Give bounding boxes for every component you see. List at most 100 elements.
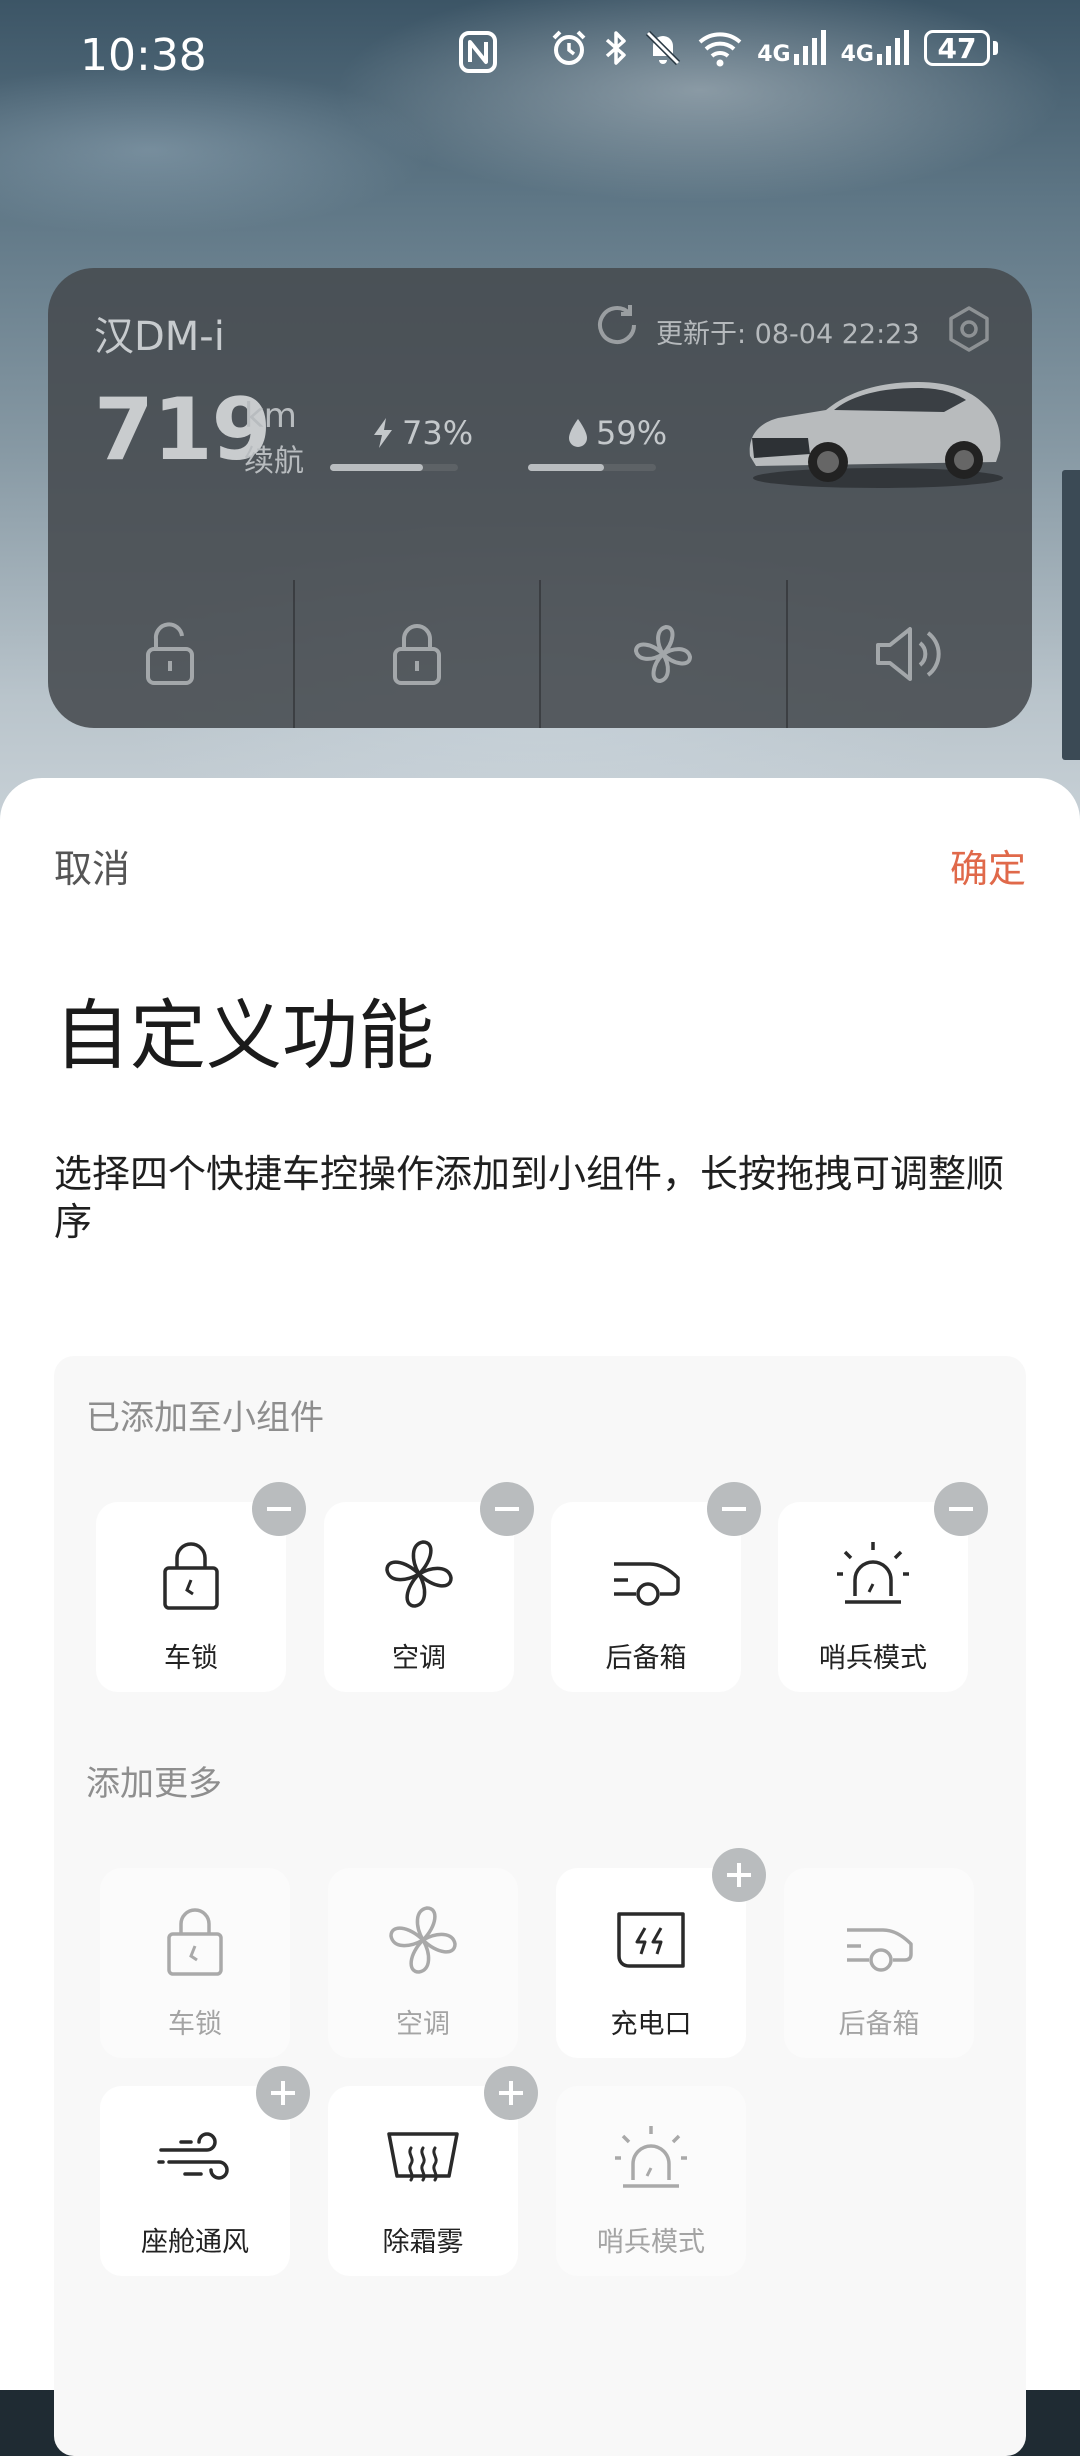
wallpaper-frame	[1062, 470, 1080, 760]
customize-sheet: 取消 确定 自定义功能 选择四个快捷车控操作添加到小组件，长按拖拽可调整顺序 已…	[0, 778, 1080, 2456]
bluetooth-icon	[606, 31, 626, 65]
more-item-ventilation[interactable]: 座舱通风	[100, 2066, 310, 2276]
more-item-trunk: 后备箱	[784, 1868, 974, 2058]
more-item-sentry: 哨兵模式	[556, 2086, 746, 2276]
ventilation-icon	[157, 2132, 229, 2180]
cancel-button[interactable]: 取消	[54, 838, 130, 893]
horn-icon	[875, 627, 941, 681]
network-label-2: 4G	[840, 42, 874, 67]
lock-icon	[392, 624, 441, 685]
signal-icon	[877, 30, 909, 65]
added-item-sentry[interactable]: 哨兵模式	[778, 1482, 988, 1692]
fuel-stat: 59%	[566, 414, 667, 452]
trunk-icon	[847, 1928, 913, 1972]
plus-icon	[499, 2081, 523, 2105]
remove-button[interactable]	[480, 1482, 534, 1536]
fan-icon	[634, 625, 693, 683]
status-bar: 10:38 4G 4G 47	[0, 0, 1080, 105]
tile-label: 车锁	[164, 1643, 218, 1674]
battery-cap	[993, 41, 998, 55]
status-icons: 4G 4G 47	[549, 28, 998, 68]
widget-lock[interactable]	[295, 580, 541, 728]
sheet-title: 自定义功能	[54, 991, 434, 1080]
signal-icon	[793, 30, 826, 65]
minus-icon	[949, 1507, 973, 1511]
car-widget-preview: 汉DM-i 更新于: 08-04 22:23 719 km 续航 73% 59%	[48, 268, 1032, 728]
function-panel: 已添加至小组件 车锁 空调 后备箱 哨兵模式 添加更多 车锁 空调 充电口 后备…	[54, 1356, 1026, 2456]
tile-label: 哨兵模式	[819, 1643, 927, 1674]
refresh-icon[interactable]	[592, 300, 642, 350]
wifi-icon	[698, 32, 742, 67]
tile-label: 充电口	[610, 2009, 692, 2040]
nfc-icon	[459, 31, 497, 73]
lock-icon	[167, 1908, 223, 1976]
battery-icon: 47	[924, 30, 998, 66]
lightning-icon	[374, 418, 392, 448]
confirm-button[interactable]: 确定	[950, 838, 1026, 893]
tile-label: 哨兵模式	[597, 2227, 705, 2258]
unlock-icon	[146, 622, 195, 685]
tile-label: 空调	[392, 1643, 446, 1674]
battery-percent: 73%	[402, 414, 474, 452]
widget-ac[interactable]	[541, 580, 788, 728]
battery-level: 47	[924, 30, 990, 66]
added-section-label: 已添加至小组件	[86, 1398, 324, 1438]
fan-icon	[385, 1540, 453, 1608]
sentry-icon	[615, 2126, 687, 2188]
fuel-bar	[528, 464, 656, 471]
added-item-trunk[interactable]: 后备箱	[551, 1482, 761, 1692]
signal-2: 4G	[841, 30, 910, 66]
minus-icon	[722, 1507, 746, 1511]
tile-label: 后备箱	[838, 2009, 920, 2040]
sheet-description: 选择四个快捷车控操作添加到小组件，长按拖拽可调整顺序	[54, 1152, 1005, 1244]
car-name: 汉DM-i	[94, 314, 225, 360]
fuel-drop-icon	[569, 419, 587, 447]
more-item-defrost[interactable]: 除霜雾	[328, 2066, 538, 2276]
fuel-bar-fill	[528, 464, 604, 471]
charge-port-icon	[617, 1912, 685, 1968]
tile-label: 后备箱	[605, 1643, 687, 1674]
added-item-lock[interactable]: 车锁	[96, 1482, 306, 1692]
lock-icon	[163, 1542, 219, 1610]
minus-icon	[495, 1507, 519, 1511]
car-image	[749, 382, 1003, 488]
plus-icon	[271, 2081, 295, 2105]
settings-icon[interactable]	[944, 304, 994, 354]
battery-bar-fill	[330, 464, 424, 471]
sentry-icon	[837, 1542, 909, 1604]
battery-stat: 73%	[370, 414, 473, 452]
defrost-icon	[387, 2132, 459, 2182]
more-item-ac: 空调	[328, 1868, 518, 2058]
more-item-lock: 车锁	[100, 1868, 290, 2058]
minus-icon	[267, 1507, 291, 1511]
tile-label: 车锁	[168, 2009, 222, 2040]
tile-label: 空调	[396, 2009, 450, 2040]
tile-label: 座舱通风	[141, 2227, 249, 2258]
added-item-ac[interactable]: 空调	[324, 1482, 534, 1692]
add-button[interactable]	[484, 2066, 538, 2120]
network-label-1: 4G	[757, 42, 791, 67]
trunk-icon	[614, 1562, 680, 1606]
mute-icon	[646, 30, 681, 66]
remove-button[interactable]	[934, 1482, 988, 1536]
battery-bar	[330, 464, 458, 471]
widget-quick-actions	[48, 580, 1032, 728]
fan-icon	[389, 1906, 457, 1974]
tile-label: 除霜雾	[382, 2227, 464, 2258]
more-section-label: 添加更多	[86, 1764, 222, 1804]
more-item-charge-port[interactable]: 充电口	[556, 1848, 766, 2058]
remove-button[interactable]	[707, 1482, 761, 1536]
widget-unlock[interactable]	[48, 580, 295, 728]
range-label: 续航	[244, 444, 304, 479]
widget-horn[interactable]	[788, 580, 1033, 728]
fuel-percent: 59%	[596, 414, 668, 452]
alarm-icon	[552, 30, 586, 65]
status-time: 10:38	[80, 30, 207, 81]
range-unit: km	[244, 396, 297, 436]
plus-icon	[727, 1863, 751, 1887]
update-time: 更新于: 08-04 22:23	[656, 319, 920, 350]
remove-button[interactable]	[252, 1482, 306, 1536]
add-button[interactable]	[256, 2066, 310, 2120]
add-button[interactable]	[712, 1848, 766, 1902]
signal-1: 4G	[757, 30, 826, 66]
